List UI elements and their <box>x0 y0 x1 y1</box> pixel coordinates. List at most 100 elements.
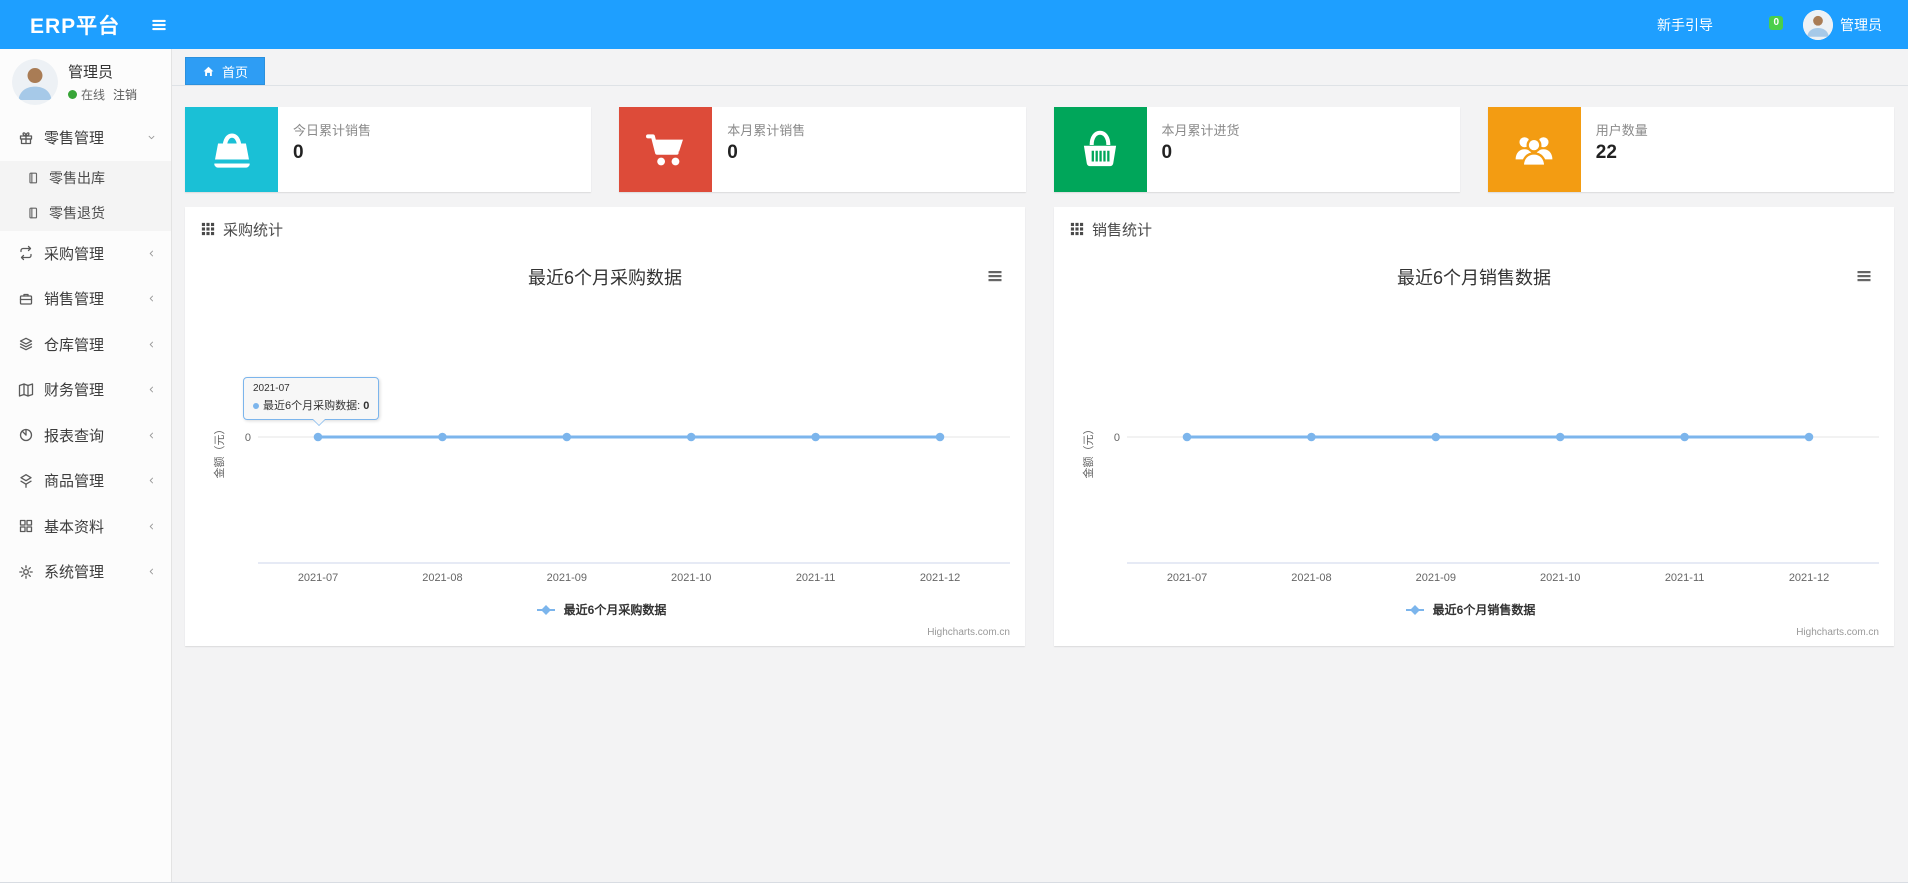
stat-card-icon-block <box>619 107 713 192</box>
users-icon <box>1515 136 1553 167</box>
x-tick-label: 2021-12 <box>920 572 960 584</box>
sidebar-item-label: 零售管理 <box>44 130 105 148</box>
menu-bars-icon <box>152 19 166 30</box>
sidebar-item[interactable]: 报表查询 <box>0 413 171 459</box>
sidebar-subitem[interactable]: 零售出库 <box>0 161 171 196</box>
sidebar-item[interactable]: 商品管理 <box>0 458 171 504</box>
legend-label: 最近6个月采购数据 <box>564 602 667 617</box>
stat-card-title: 今日累计销售 <box>293 123 372 138</box>
shopping-basket-icon <box>1083 130 1117 166</box>
y-tick-label: 0 <box>245 432 251 444</box>
chevron-left-icon <box>149 250 154 257</box>
line-chart: 最近6个月采购数据金额（元） 02021-07 2021-08 2021-09 2021… <box>212 268 1010 638</box>
page-footer <box>0 882 1908 889</box>
data-point-marker[interactable] <box>1804 432 1814 442</box>
x-tick-label: 2021-07 <box>1167 572 1207 584</box>
data-point-marker[interactable] <box>438 432 447 442</box>
sidebar-menu: 零售管理零售出库 零售退货 采购管理销售管理仓库管理财务管理 报表查询 商品管理基本资料… <box>0 115 171 595</box>
stat-card-value: 0 <box>293 142 304 163</box>
tab-label: 首页 <box>222 64 249 80</box>
logout-link[interactable]: 注销 <box>113 86 137 103</box>
stat-card: 本月累计销售 0 <box>619 107 1026 192</box>
shopping-cart-icon <box>645 133 683 165</box>
data-point-marker[interactable] <box>313 432 323 442</box>
tooltip-series-label: 最近6个月采购数据: <box>263 400 361 412</box>
y-tick-label: 0 <box>1114 432 1120 444</box>
sidebar-item-label: 系统管理 <box>44 564 105 582</box>
app-brand[interactable]: ERP平台 <box>30 10 120 40</box>
x-tick-label: 2021-10 <box>671 572 711 584</box>
stat-card: 今日累计销售 0 <box>185 107 592 192</box>
guide-link[interactable]: 新手引导 <box>1650 15 1713 35</box>
chevron-left-icon <box>149 568 154 575</box>
stat-card-icon-block <box>1487 107 1581 192</box>
data-point-marker[interactable] <box>1555 432 1565 442</box>
chevron-left-icon <box>149 295 154 302</box>
chart-export-menu-button[interactable] <box>987 267 1003 283</box>
stat-card-title: 本月累计进货 <box>1161 123 1240 138</box>
sidebar-item[interactable]: 仓库管理 <box>0 322 171 368</box>
navbar-right: 新手引导 0 管理员 <box>1650 9 1908 40</box>
chart-area: 最近6个月采购数据 金额（元） 0 2021-07 2021-08 2021-09 2021… <box>185 251 1025 646</box>
gift-icon <box>19 131 33 144</box>
legend-item[interactable]: 最近6个月销售数据 <box>1406 602 1535 617</box>
sidebar-item-label: 基本资料 <box>44 518 105 536</box>
stat-card-icon-block <box>1053 107 1147 192</box>
data-point-marker[interactable] <box>935 432 945 442</box>
sidebar-item[interactable]: 销售管理 <box>0 276 171 322</box>
sidebar-subitem[interactable]: 零售退货 <box>0 196 171 231</box>
y-axis-title: 金额（元） <box>212 424 226 479</box>
legend-diamond-marker <box>1410 605 1420 615</box>
sidebar-item[interactable]: 零售管理 <box>0 115 171 161</box>
tab-bar: 首页 <box>172 49 1908 86</box>
chart-panels: 采购统计 最近6个月采购数据 金额（元） 0 2021-07 2021-08 2021-09… <box>185 207 1894 646</box>
sidebar-item-label: 仓库管理 <box>44 336 105 354</box>
panel-header: 采购统计 <box>185 207 1025 251</box>
map-icon <box>18 383 34 397</box>
x-tick-label: 2021-08 <box>1291 572 1331 584</box>
x-tick-label: 2021-07 <box>298 572 338 584</box>
legend-label: 最近6个月销售数据 <box>1433 602 1536 617</box>
chevron-left-icon <box>149 341 154 348</box>
grid-icon <box>19 520 33 533</box>
sidebar-item[interactable]: 采购管理 <box>0 231 171 277</box>
data-point-marker[interactable] <box>686 432 696 442</box>
chart-panel: 采购统计 最近6个月采购数据 金额（元） 0 2021-07 2021-08 2021-09… <box>185 207 1025 646</box>
guide-label: 新手引导 <box>1657 16 1713 33</box>
sidebar-item[interactable]: 系统管理 <box>0 549 171 595</box>
journal-icon <box>29 172 38 184</box>
export-menu-icon <box>1857 270 1871 281</box>
chart-credits: Highcharts.com.cn <box>1796 627 1879 638</box>
x-tick-label: 2021-10 <box>1540 572 1580 584</box>
briefcase-icon <box>19 293 33 305</box>
chevron-left-icon <box>149 523 154 530</box>
legend-item[interactable]: 最近6个月采购数据 <box>537 602 666 617</box>
panel-header: 销售统计 <box>1054 207 1894 251</box>
tooltip-value: 0 <box>363 400 370 412</box>
gear-icon <box>19 564 33 579</box>
sidebar-item-label: 销售管理 <box>44 291 105 309</box>
data-point-marker[interactable] <box>1431 432 1441 442</box>
avatar <box>12 59 58 105</box>
user-menu[interactable]: 管理员 <box>1803 9 1882 40</box>
y-axis-title: 金额（元） <box>1081 424 1095 479</box>
tooltip-date: 2021-07 <box>253 383 290 394</box>
x-tick-label: 2021-08 <box>422 572 462 584</box>
data-point-marker[interactable] <box>811 432 820 442</box>
data-point-marker[interactable] <box>1182 432 1192 442</box>
stat-card-title: 本月累计销售 <box>727 123 806 138</box>
chart-area: 最近6个月销售数据 金额（元） 0 2021-07 2021-08 2021-09 2021… <box>1054 251 1894 646</box>
layers-icon <box>19 337 33 351</box>
journal-icon <box>29 207 38 219</box>
sidebar-toggle-button[interactable] <box>150 16 168 34</box>
sidebar-item[interactable]: 财务管理 <box>0 367 171 413</box>
shopping-bag-icon <box>212 132 251 168</box>
tab-home[interactable]: 首页 <box>185 57 266 85</box>
data-point-marker[interactable] <box>1307 432 1316 442</box>
data-point-marker[interactable] <box>562 432 572 442</box>
chevron-left-icon <box>149 477 154 484</box>
chart-export-menu-button[interactable] <box>1856 267 1872 283</box>
sidebar-item[interactable]: 基本资料 <box>0 504 171 550</box>
series-dot-icon <box>253 403 259 410</box>
data-point-marker[interactable] <box>1680 432 1689 442</box>
